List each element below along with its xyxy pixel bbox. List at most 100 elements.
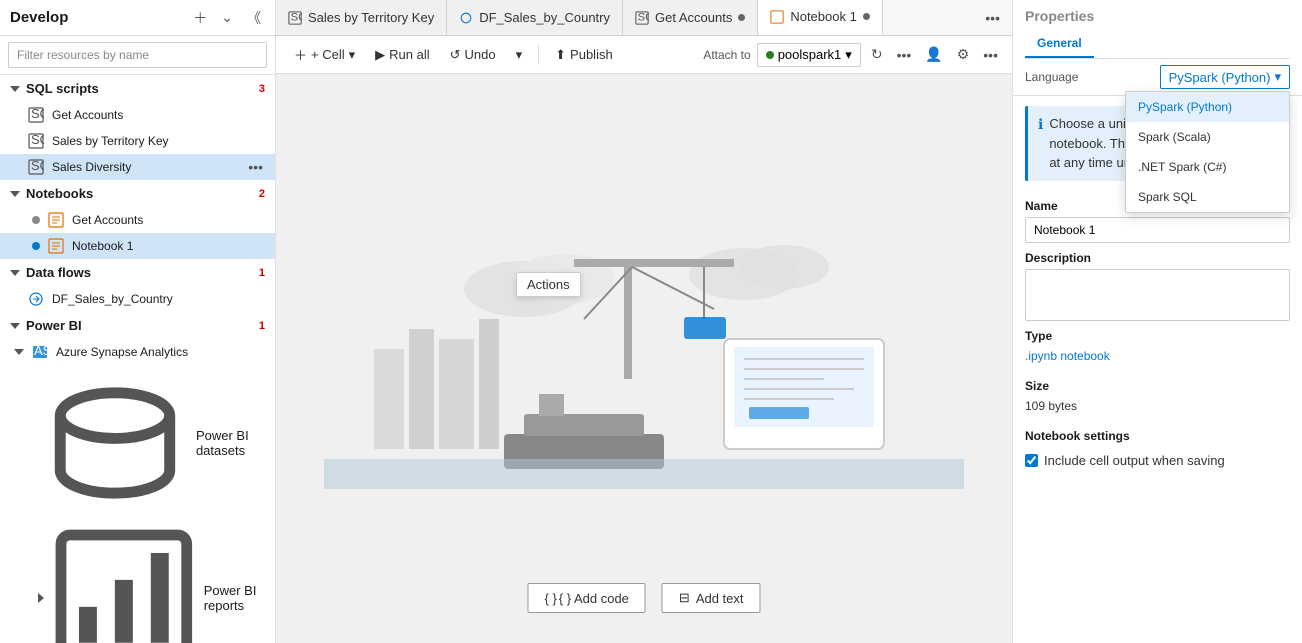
tabs-bar: SQL Sales by Territory Key DF_Sales_by_C… xyxy=(276,0,1012,36)
toolbar-separator1 xyxy=(538,45,539,65)
actions-popup: Actions xyxy=(516,272,581,297)
add-text-icon: ⊟ xyxy=(679,590,690,606)
search-input[interactable] xyxy=(8,42,267,68)
add-code-button[interactable]: { } { } Add code xyxy=(527,583,645,613)
sql-scripts-section[interactable]: SQL scripts 3 xyxy=(0,75,275,102)
size-label: Size xyxy=(1013,371,1302,397)
right-panel-tabs: General xyxy=(1025,30,1290,59)
sidebar-item-sales-territory-key[interactable]: SQL Sales by Territory Key xyxy=(0,128,275,154)
lang-option-sparksql[interactable]: Spark SQL xyxy=(1126,182,1289,212)
azure-synapse-icon: AS xyxy=(32,344,48,360)
sidebar-item-powerbi-reports[interactable]: Power BI reports xyxy=(0,521,275,643)
pool-select[interactable]: poolspark1 ▾ xyxy=(757,43,861,67)
toolbar-settings-button[interactable]: ⚙ xyxy=(953,44,974,65)
close-sidebar-button[interactable]: 《 xyxy=(243,6,265,30)
notebooks-label: Notebooks xyxy=(10,186,93,201)
sidebar-item-sales-diversity[interactable]: SQL Sales Diversity ••• xyxy=(0,154,275,180)
canvas-actions: { } { } Add code ⊟ Add text xyxy=(527,583,760,613)
tab-get-accounts[interactable]: SQL Get Accounts xyxy=(623,0,758,35)
add-code-icon: { } xyxy=(544,591,556,606)
run-icon: ▶ xyxy=(375,47,385,63)
svg-text:SQL: SQL xyxy=(31,107,44,121)
tab-sql2-icon: SQL xyxy=(635,11,649,25)
toolbar-right: Attach to poolspark1 ▾ ↻ ••• 👤 ⚙ ••• xyxy=(703,43,1002,67)
right-panel: Properties General Language PySpark (Pyt… xyxy=(1012,0,1302,643)
sidebar-header-icons: ＋ ⌄ 《 xyxy=(189,6,265,30)
add-cell-icon: ＋ xyxy=(294,45,307,64)
notebook-icon xyxy=(48,238,64,254)
svg-text:SQL: SQL xyxy=(31,133,44,147)
type-label: Type xyxy=(1013,321,1302,347)
sidebar-item-azure-synapse[interactable]: AS Azure Synapse Analytics xyxy=(0,339,275,365)
sql-scripts-label: SQL scripts xyxy=(10,81,99,96)
refresh-button[interactable]: ↻ xyxy=(867,44,887,65)
lang-option-scala[interactable]: Spark (Scala) xyxy=(1126,122,1289,152)
sidebar-item-powerbi-datasets[interactable]: Power BI datasets xyxy=(0,365,275,521)
tab-nb-icon xyxy=(770,10,784,24)
main-area: SQL Sales by Territory Key DF_Sales_by_C… xyxy=(276,0,1012,643)
right-panel-header: Properties General xyxy=(1013,0,1302,59)
notebook-icon xyxy=(48,212,64,228)
tabs-more-button[interactable]: ••• xyxy=(981,8,1004,28)
pool-chevron: ▾ xyxy=(845,47,852,63)
tab-general[interactable]: General xyxy=(1025,30,1094,58)
cell-dropdown-chevron: ▾ xyxy=(349,47,356,63)
sidebar-item-df-sales[interactable]: DF_Sales_by_Country xyxy=(0,286,275,312)
azure-synapse-chevron xyxy=(14,349,24,355)
include-cell-output-checkbox[interactable] xyxy=(1025,454,1038,467)
sidebar-header: Develop ＋ ⌄ 《 xyxy=(0,0,275,36)
language-select[interactable]: PySpark (Python) ▾ xyxy=(1160,65,1290,89)
notebooks-chevron xyxy=(10,191,20,197)
reports-chevron xyxy=(38,593,44,603)
notebooks-section[interactable]: Notebooks 2 xyxy=(0,180,275,207)
lang-option-dotnet[interactable]: .NET Spark (C#) xyxy=(1126,152,1289,182)
tab-get-accounts-dot xyxy=(738,14,745,21)
sidebar-item-get-accounts-nb[interactable]: Get Accounts xyxy=(0,207,275,233)
data-flows-label: Data flows xyxy=(10,265,91,280)
sql-icon: SQL xyxy=(28,107,44,123)
power-bi-section[interactable]: Power BI 1 xyxy=(0,312,275,339)
search-box xyxy=(0,36,275,75)
language-chevron: ▾ xyxy=(1274,69,1281,85)
add-text-button[interactable]: ⊟ Add text xyxy=(662,583,761,613)
add-button[interactable]: ＋ xyxy=(189,6,211,30)
tab-df-sales[interactable]: DF_Sales_by_Country xyxy=(447,0,623,35)
tab-notebook1-dot xyxy=(863,13,870,20)
sales-diversity-more-button[interactable]: ••• xyxy=(246,159,265,175)
undo-icon: ↺ xyxy=(450,47,461,63)
tab-notebook1[interactable]: Notebook 1 xyxy=(758,0,883,35)
toolbar-person-icon[interactable]: 👤 xyxy=(921,44,946,65)
power-bi-label: Power BI xyxy=(10,318,82,333)
svg-text:SQL: SQL xyxy=(291,11,302,23)
description-label: Description xyxy=(1013,243,1302,269)
toolbar-ellipsis-button[interactable]: ••• xyxy=(979,45,1002,65)
collapse-button[interactable]: ⌄ xyxy=(217,7,237,28)
svg-text:AS: AS xyxy=(34,344,48,358)
canvas: Actions { } { } Add code ⊟ Add text xyxy=(276,74,1012,643)
notebook-dot-inactive xyxy=(32,216,40,224)
sql-icon: SQL xyxy=(28,159,44,175)
notebook-illustration xyxy=(324,229,964,489)
undo-button[interactable]: ↺ Undo xyxy=(442,43,504,67)
publish-button[interactable]: ⬆ Publish xyxy=(547,43,621,67)
include-cell-output-label: Include cell output when saving xyxy=(1044,453,1225,468)
notebook-settings-label: Notebook settings xyxy=(1013,421,1302,447)
type-value: .ipynb notebook xyxy=(1013,347,1302,371)
lang-option-pyspark[interactable]: PySpark (Python) xyxy=(1126,92,1289,122)
sidebar-item-notebook1[interactable]: Notebook 1 xyxy=(0,233,275,259)
svg-text:SQL: SQL xyxy=(638,11,649,23)
name-input[interactable] xyxy=(1025,217,1290,243)
more-dropdown-button[interactable]: ▾ xyxy=(508,43,531,67)
description-input[interactable] xyxy=(1025,269,1290,321)
tab-sales-territory[interactable]: SQL Sales by Territory Key xyxy=(276,0,447,35)
svg-text:SQL: SQL xyxy=(31,159,44,173)
publish-icon: ⬆ xyxy=(555,47,566,63)
toolbar-more-button[interactable]: ••• xyxy=(893,45,916,65)
sidebar-item-get-accounts-sql[interactable]: SQL Get Accounts xyxy=(0,102,275,128)
language-row: Language PySpark (Python) ▾ PySpark (Pyt… xyxy=(1013,59,1302,96)
run-all-button[interactable]: ▶ Run all xyxy=(367,43,437,67)
power-bi-chevron xyxy=(10,323,20,329)
size-value: 109 bytes xyxy=(1013,397,1302,421)
data-flows-section[interactable]: Data flows 1 xyxy=(0,259,275,286)
add-cell-button[interactable]: ＋ + Cell ▾ xyxy=(286,41,363,68)
